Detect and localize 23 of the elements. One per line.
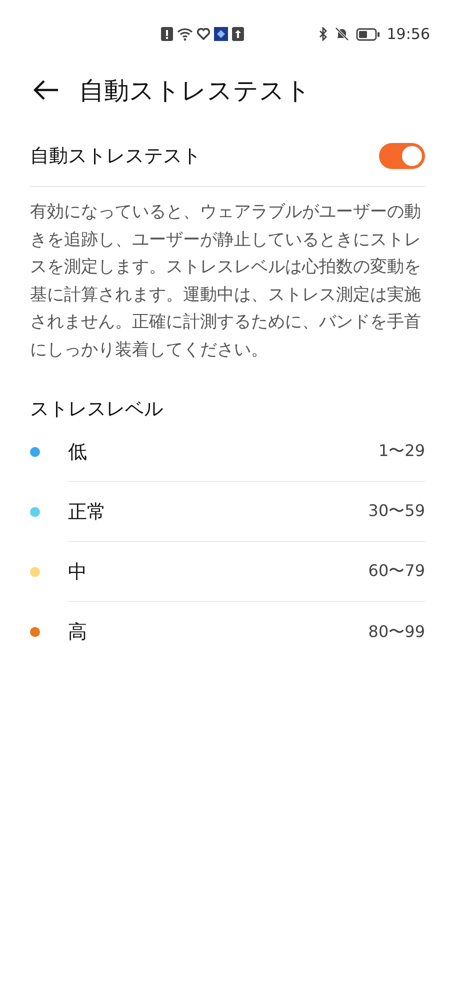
setting-label: 自動ストレステスト [30,144,201,169]
level-range: 60〜79 [368,561,425,582]
level-range: 30〜59 [368,501,425,522]
muted-bell-icon [334,27,349,41]
alert-icon [161,27,173,41]
level-range: 1〜29 [378,441,425,462]
page-title: 自動ストレステスト [79,74,311,106]
back-arrow-icon[interactable] [33,80,59,100]
heart-icon [197,28,210,40]
level-name: 低 [68,440,87,464]
toggle-switch[interactable] [379,143,425,169]
level-name: 正常 [68,500,106,524]
level-name: 中 [68,560,87,584]
description-text: 有効になっていると、ウェアラブルがユーザーの動きを追跡し、ユーザーが静止しているときにストレスを測定します。ストレスレベルは心拍数の変動を基に計算されます。運動中は、ストレス測定は実施されません。正確に計測するために、バンドを手首にしっかり装着してください。 [30,201,422,362]
upload-icon [232,27,244,41]
status-time: 19:56 [386,25,430,43]
section-heading: ストレスレベル [30,397,164,422]
level-range: 80〜99 [368,622,425,642]
bluetooth-icon [318,27,328,41]
battery-icon [356,28,380,40]
app-icon [214,27,228,41]
wifi-icon [177,27,193,41]
level-name: 高 [68,620,87,645]
